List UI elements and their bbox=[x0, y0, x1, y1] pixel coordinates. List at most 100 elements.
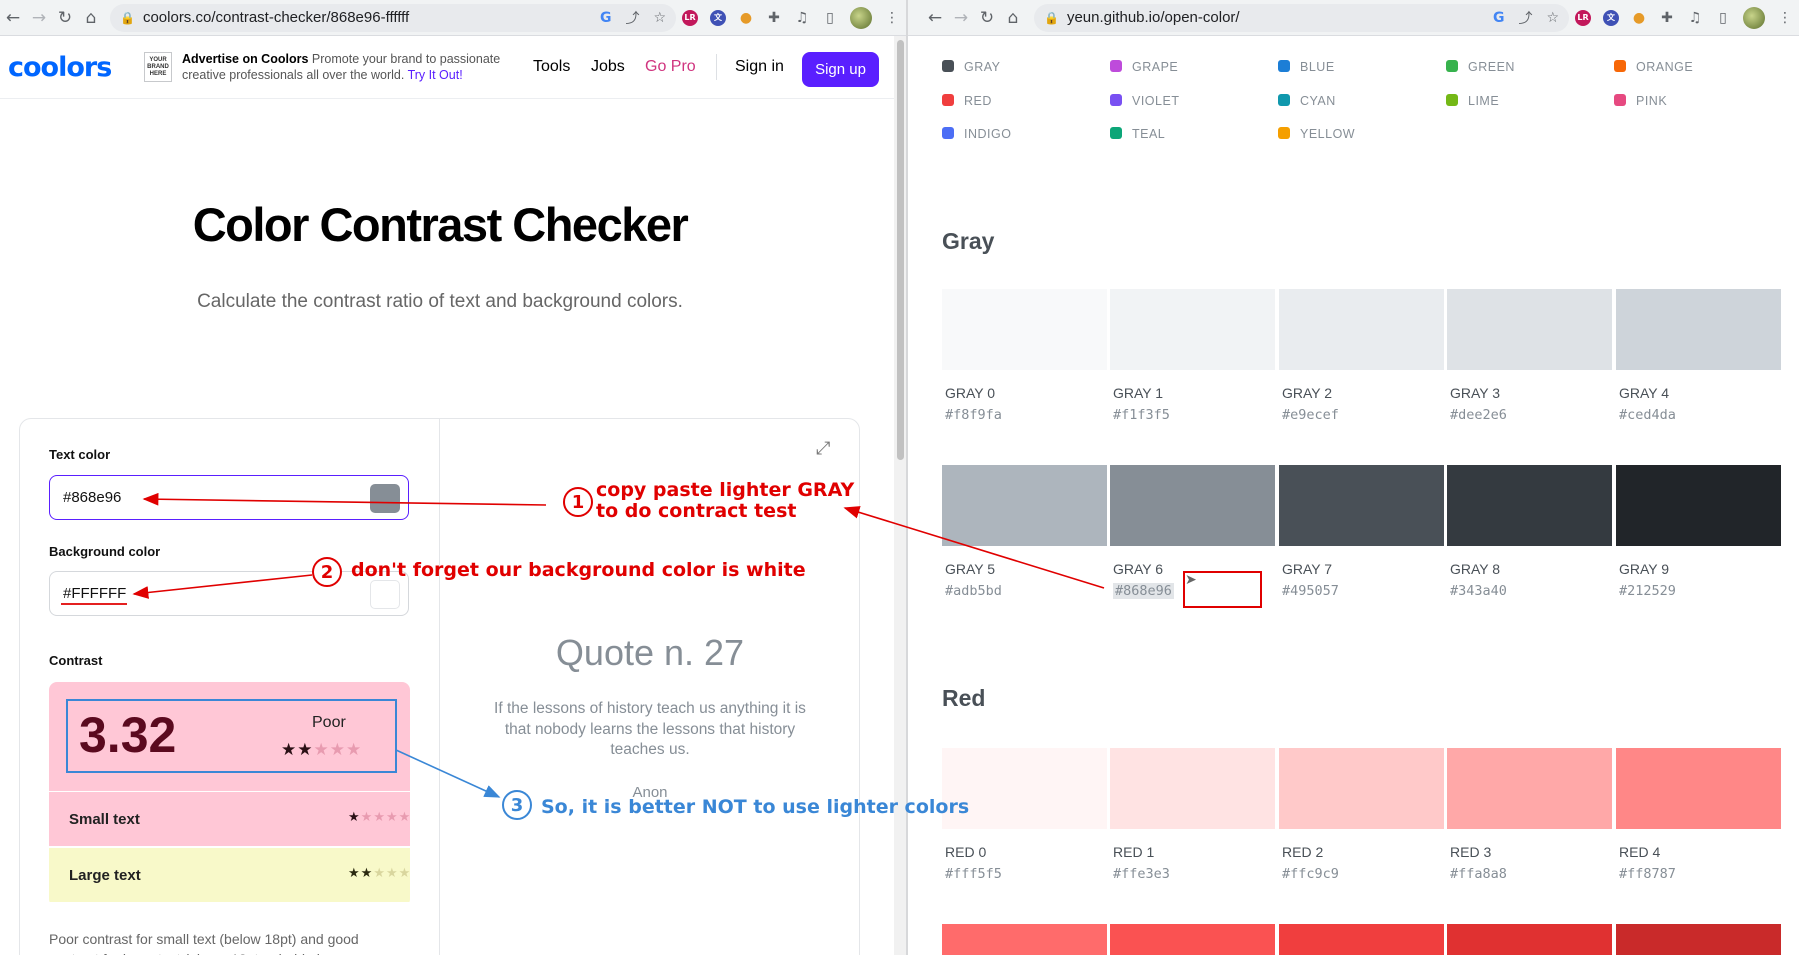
puzzle-extensions-icon[interactable]: ✚ bbox=[763, 7, 785, 29]
color-swatch[interactable] bbox=[1616, 289, 1781, 370]
legend-item-yellow[interactable]: YELLOW bbox=[1278, 127, 1355, 141]
profile-avatar[interactable] bbox=[850, 6, 872, 29]
color-swatch[interactable] bbox=[1279, 748, 1444, 829]
small-text-row: Small text ★★★★★ bbox=[49, 792, 410, 846]
translate-extension-icon[interactable]: 文 bbox=[707, 7, 729, 29]
swatch-hex[interactable]: #adb5bd bbox=[945, 583, 1002, 599]
legend-item-blue[interactable]: BLUE bbox=[1278, 60, 1335, 74]
legend-item-green[interactable]: GREEN bbox=[1446, 60, 1515, 74]
media-control-icon[interactable]: ♫ bbox=[1684, 7, 1706, 29]
legend-item-red[interactable]: RED bbox=[942, 94, 992, 108]
reload-icon[interactable]: ↻ bbox=[974, 5, 1000, 31]
legend-item-gray[interactable]: GRAY bbox=[942, 60, 1001, 74]
swatch-hex[interactable]: #ff8787 bbox=[1619, 866, 1676, 882]
legend-item-violet[interactable]: VIOLET bbox=[1110, 94, 1179, 108]
legend-item-indigo[interactable]: INDIGO bbox=[942, 127, 1011, 141]
swatch-hex[interactable]: #f8f9fa bbox=[945, 407, 1002, 423]
nav-go-pro[interactable]: Go Pro bbox=[645, 58, 696, 76]
color-swatch[interactable] bbox=[1110, 748, 1275, 829]
browser-menu-icon[interactable]: ⋮ bbox=[1774, 7, 1796, 29]
home-icon[interactable]: ⌂ bbox=[1000, 5, 1026, 31]
google-icon[interactable]: G bbox=[1493, 10, 1505, 26]
legend-item-grape[interactable]: GRAPE bbox=[1110, 60, 1178, 74]
color-swatch[interactable] bbox=[1447, 924, 1612, 955]
left-address-bar[interactable]: 🔒 coolors.co/contrast-checker/868e96-fff… bbox=[110, 3, 676, 32]
text-color-input[interactable]: #868e96 bbox=[49, 475, 409, 520]
expand-icon[interactable]: ⤢ bbox=[816, 438, 830, 459]
swatch-hex[interactable]: #ffa8a8 bbox=[1450, 866, 1507, 882]
swatch-hex[interactable]: #ffe3e3 bbox=[1113, 866, 1170, 882]
nav-tools[interactable]: Tools bbox=[533, 58, 570, 76]
color-swatch[interactable] bbox=[1279, 924, 1444, 955]
text-color-swatch[interactable] bbox=[370, 484, 400, 513]
forward-icon[interactable]: → bbox=[948, 5, 974, 31]
color-swatch[interactable] bbox=[1110, 289, 1275, 370]
legend-item-orange[interactable]: ORANGE bbox=[1614, 60, 1693, 74]
color-swatch[interactable] bbox=[1616, 924, 1781, 955]
color-swatch[interactable] bbox=[1447, 748, 1612, 829]
share-icon[interactable]: ⤴ bbox=[1518, 8, 1532, 28]
swatch-name: RED 2 bbox=[1282, 844, 1324, 860]
sign-up-button[interactable]: Sign up bbox=[802, 52, 879, 87]
background-color-swatch[interactable] bbox=[370, 580, 400, 609]
legend-item-lime[interactable]: LIME bbox=[1446, 94, 1499, 108]
swatch-hex[interactable]: #212529 bbox=[1619, 583, 1676, 599]
color-swatch[interactable] bbox=[1110, 924, 1275, 955]
side-panel-icon[interactable]: ▯ bbox=[1712, 7, 1734, 29]
reload-icon[interactable]: ↻ bbox=[52, 5, 78, 31]
puzzle-extensions-icon[interactable]: ✚ bbox=[1656, 7, 1678, 29]
right-address-bar[interactable]: 🔒 yeun.github.io/open-color/ G ⤴ ☆ bbox=[1034, 3, 1569, 32]
color-swatch[interactable] bbox=[942, 289, 1107, 370]
translate-extension-icon[interactable]: 文 bbox=[1600, 7, 1622, 29]
color-swatch[interactable] bbox=[942, 465, 1107, 546]
cookie-extension-icon[interactable]: ● bbox=[1628, 7, 1650, 29]
legend-item-teal[interactable]: TEAL bbox=[1110, 127, 1165, 141]
legend-item-cyan[interactable]: CYAN bbox=[1278, 94, 1336, 108]
swatch-hex[interactable]: #ced4da bbox=[1619, 407, 1676, 423]
coolors-logo[interactable]: coolors bbox=[8, 52, 112, 83]
bookmark-star-icon[interactable]: ☆ bbox=[653, 10, 666, 26]
color-swatch[interactable] bbox=[1616, 748, 1781, 829]
color-dot-icon bbox=[1110, 94, 1122, 106]
color-dot-icon bbox=[1446, 94, 1458, 106]
swatch-hex[interactable]: #343a40 bbox=[1450, 583, 1507, 599]
extension-lr-icon[interactable]: LR bbox=[1572, 7, 1594, 29]
nav-sign-in[interactable]: Sign in bbox=[735, 58, 784, 76]
legend-label: GRAY bbox=[964, 60, 1001, 74]
swatch-hex[interactable]: #e9ecef bbox=[1282, 407, 1339, 423]
forward-icon[interactable]: → bbox=[26, 5, 52, 31]
nav-jobs[interactable]: Jobs bbox=[591, 58, 625, 76]
color-swatch[interactable] bbox=[1279, 289, 1444, 370]
ad-try-link[interactable]: Try It Out! bbox=[408, 68, 463, 82]
swatch-hex[interactable]: #868e96 bbox=[1113, 583, 1174, 599]
back-icon[interactable]: ← bbox=[922, 5, 948, 31]
color-swatch[interactable] bbox=[1110, 465, 1275, 546]
color-swatch[interactable] bbox=[1279, 465, 1444, 546]
legend-item-pink[interactable]: PINK bbox=[1614, 94, 1667, 108]
ad-brand-image[interactable]: YOUR BRAND HERE bbox=[144, 52, 172, 82]
swatch-hex[interactable]: #dee2e6 bbox=[1450, 407, 1507, 423]
large-text-label: Large text bbox=[69, 866, 141, 884]
color-swatch[interactable] bbox=[1447, 289, 1612, 370]
google-icon[interactable]: G bbox=[600, 10, 612, 26]
cookie-extension-icon[interactable]: ● bbox=[735, 7, 757, 29]
home-icon[interactable]: ⌂ bbox=[78, 5, 104, 31]
color-swatch[interactable] bbox=[1616, 465, 1781, 546]
swatch-hex[interactable]: #fff5f5 bbox=[945, 866, 1002, 882]
extension-lr-icon[interactable]: LR bbox=[679, 7, 701, 29]
browser-menu-icon[interactable]: ⋮ bbox=[881, 7, 903, 29]
contrast-label: Contrast bbox=[49, 653, 103, 668]
legend-label: CYAN bbox=[1300, 94, 1336, 108]
media-control-icon[interactable]: ♫ bbox=[791, 7, 813, 29]
left-scrollbar-thumb[interactable] bbox=[897, 40, 904, 460]
share-icon[interactable]: ⤴ bbox=[625, 8, 639, 28]
swatch-hex[interactable]: #495057 bbox=[1282, 583, 1339, 599]
bookmark-star-icon[interactable]: ☆ bbox=[1546, 10, 1559, 26]
color-swatch[interactable] bbox=[1447, 465, 1612, 546]
profile-avatar[interactable] bbox=[1743, 6, 1765, 29]
swatch-hex[interactable]: #f1f3f5 bbox=[1113, 407, 1170, 423]
side-panel-icon[interactable]: ▯ bbox=[819, 7, 841, 29]
swatch-hex[interactable]: #ffc9c9 bbox=[1282, 866, 1339, 882]
back-icon[interactable]: ← bbox=[0, 5, 26, 31]
color-swatch[interactable] bbox=[942, 924, 1107, 955]
